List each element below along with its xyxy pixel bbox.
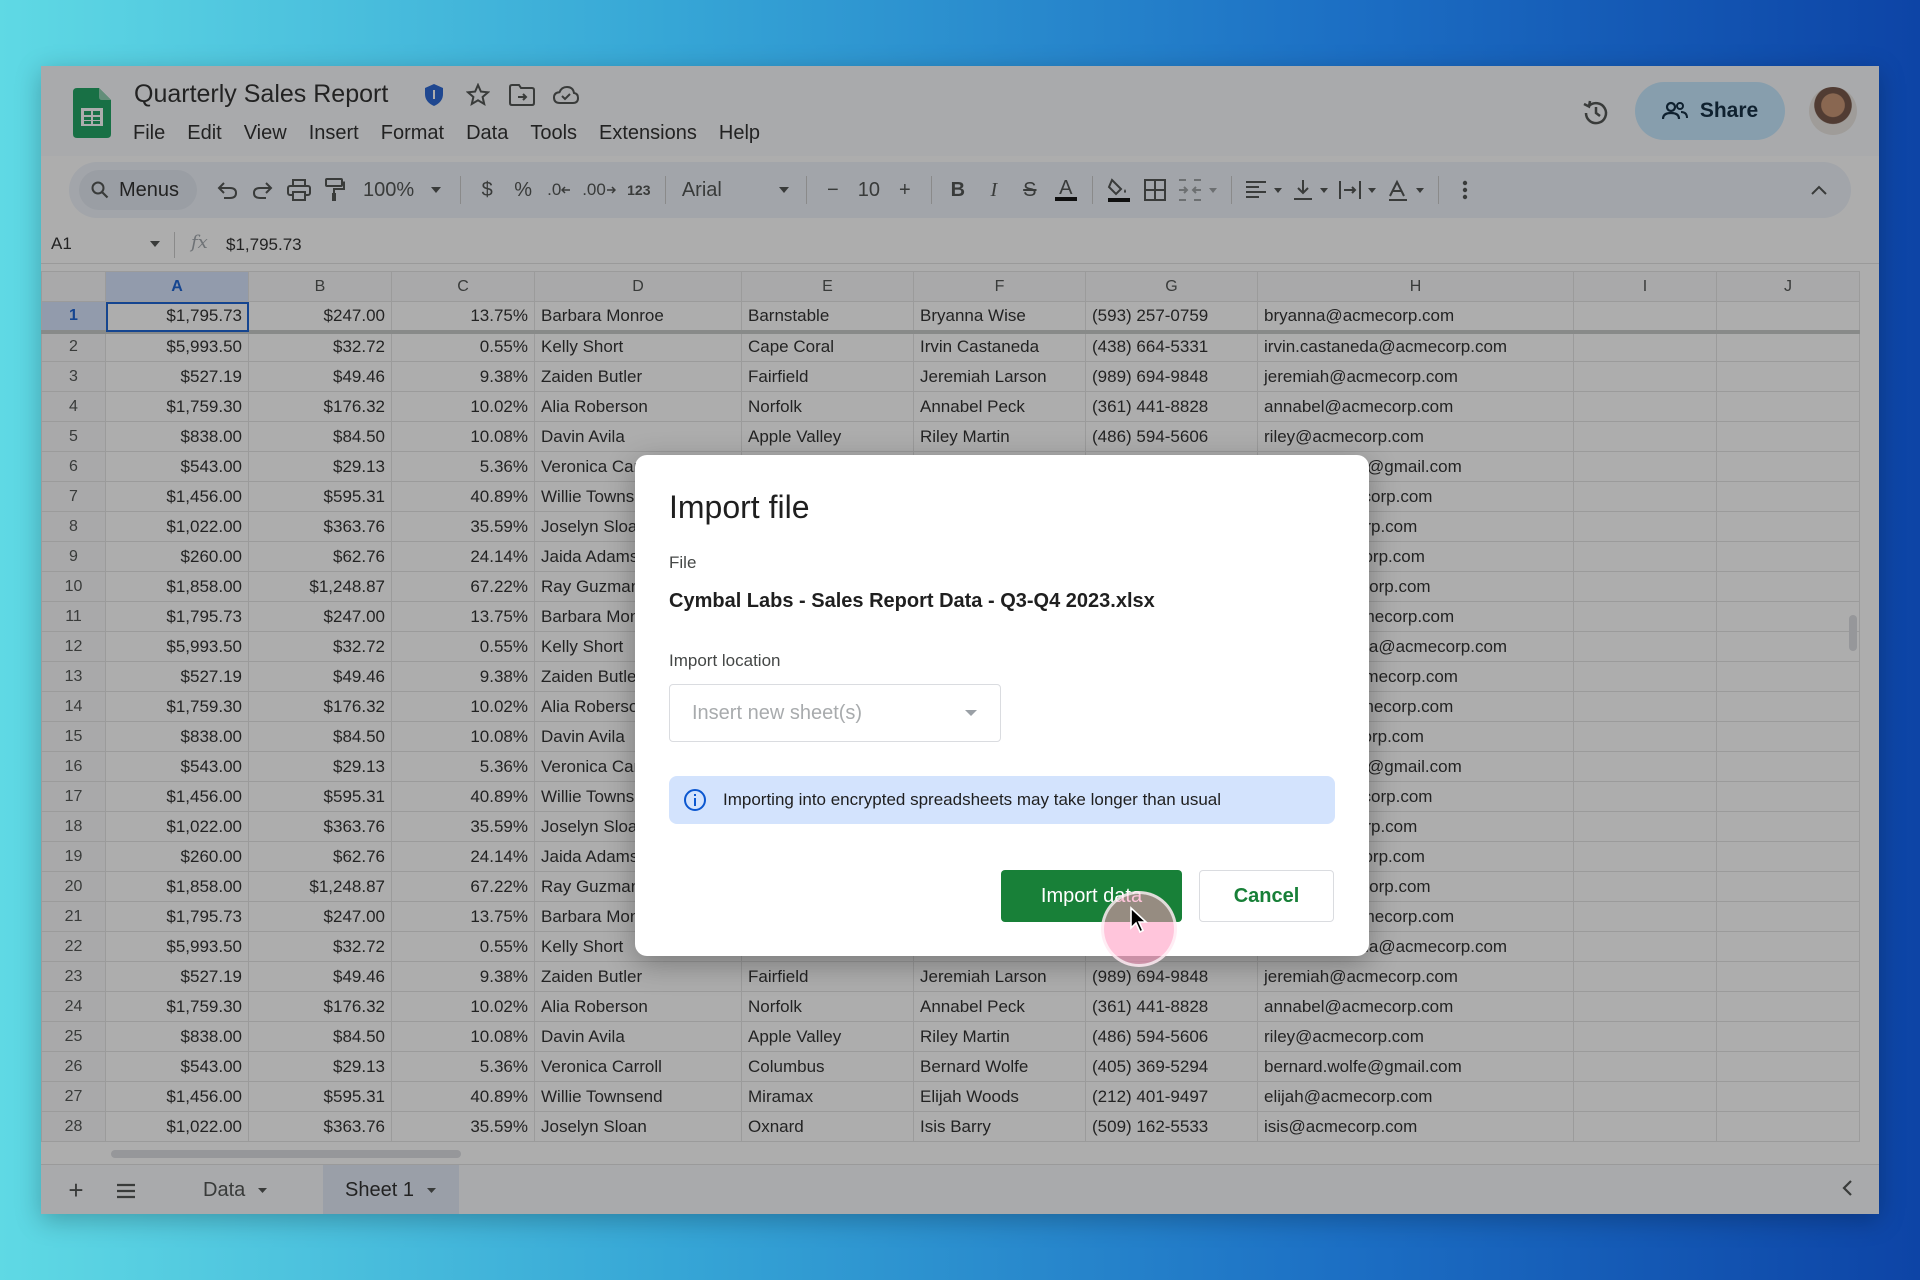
import-location-value: Insert new sheet(s) (692, 701, 863, 724)
import-location-select[interactable]: Insert new sheet(s) (669, 684, 1001, 742)
info-text: Importing into encrypted spreadsheets ma… (723, 790, 1222, 809)
chevron-down-icon (965, 710, 977, 716)
sheets-window: Quarterly Sales Report File Edit View In… (41, 66, 1879, 1214)
import-file-dialog: Import file File Cymbal Labs - Sales Rep… (635, 455, 1369, 967)
cancel-label: Cancel (1233, 884, 1300, 907)
file-name: Cymbal Labs - Sales Report Data - Q3-Q4 … (669, 590, 1155, 612)
dialog-title: Import file (669, 489, 810, 525)
file-label: File (669, 553, 697, 572)
info-icon (684, 789, 706, 811)
mouse-cursor-icon (1130, 906, 1149, 934)
cancel-button[interactable]: Cancel (1199, 870, 1334, 922)
import-location-label: Import location (669, 651, 781, 670)
info-banner: Importing into encrypted spreadsheets ma… (669, 776, 1335, 824)
